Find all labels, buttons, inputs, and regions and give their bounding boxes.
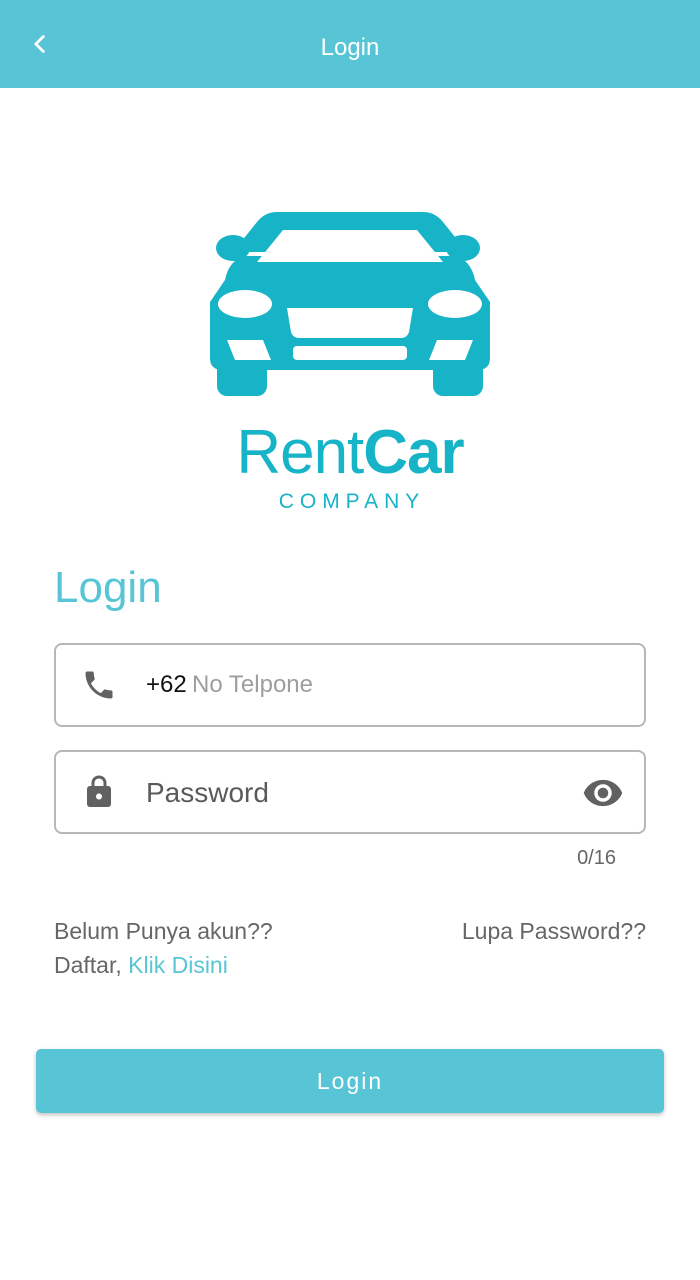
car-front-icon	[210, 212, 490, 396]
register-prefix: Daftar,	[54, 952, 122, 978]
brand-name-bold: Car	[363, 418, 464, 487]
phone-prefix: +62	[146, 671, 187, 698]
password-input[interactable]	[146, 772, 546, 814]
forgot-password-link[interactable]: Lupa Password??	[462, 917, 646, 945]
brand-tagline: COMPANY	[278, 490, 426, 513]
register-line: Daftar, Klik Disini	[54, 951, 228, 979]
register-prompt: Belum Punya akun??	[54, 918, 273, 944]
phone-field[interactable]: +62	[54, 643, 646, 727]
brand-name: RentCar	[0, 420, 700, 486]
app-bar: Login	[0, 0, 700, 88]
login-button[interactable]: Login	[36, 1049, 664, 1113]
page-title: Login	[320, 34, 380, 61]
brand-name-regular: Rent	[236, 418, 364, 487]
eye-icon	[583, 779, 623, 807]
password-field[interactable]	[54, 750, 646, 834]
phone-icon	[78, 664, 120, 706]
lock-icon	[78, 771, 120, 813]
phone-input[interactable]	[192, 665, 612, 705]
register-link[interactable]: Klik Disini	[128, 952, 228, 978]
password-char-counter: 0/16	[577, 847, 616, 869]
toggle-password-visibility-button[interactable]	[580, 770, 626, 816]
form-title: Login	[54, 563, 162, 612]
